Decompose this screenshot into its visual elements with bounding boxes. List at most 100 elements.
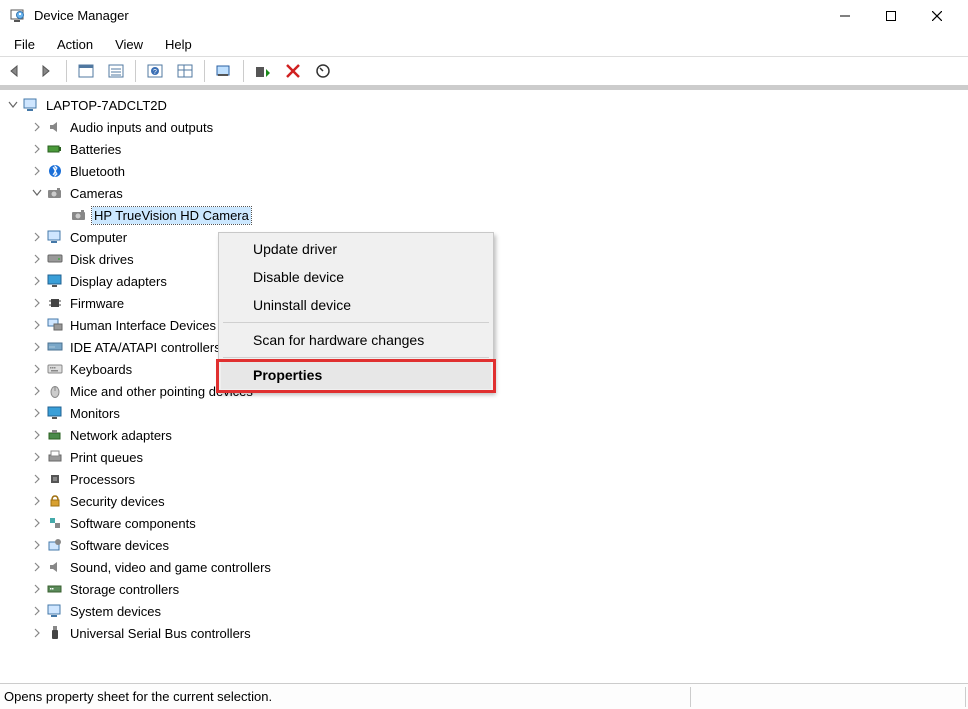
context-uninstall-device[interactable]: Uninstall device [221, 291, 491, 319]
statusbar-divider [690, 687, 691, 707]
context-update-driver[interactable]: Update driver [221, 235, 491, 263]
context-separator [223, 322, 489, 323]
chevron-right-icon[interactable] [30, 406, 44, 420]
statusbar: Opens property sheet for the current sel… [0, 683, 968, 709]
tree-root-label: LAPTOP-7ADCLT2D [44, 97, 169, 114]
display-icon [46, 273, 64, 289]
context-scan-hardware[interactable]: Scan for hardware changes [221, 326, 491, 354]
component-icon [46, 515, 64, 531]
chevron-right-icon[interactable] [30, 340, 44, 354]
chevron-right-icon[interactable] [30, 318, 44, 332]
device-manager-icon [8, 7, 26, 25]
lock-icon [46, 493, 64, 509]
tree-cameras[interactable]: Cameras [2, 182, 968, 204]
disk-icon [46, 251, 64, 267]
chevron-right-icon[interactable] [30, 142, 44, 156]
disable-toolbar-button[interactable] [310, 59, 336, 83]
tree-softcomp[interactable]: Software components [2, 512, 968, 534]
back-button[interactable] [4, 59, 30, 83]
speaker-icon [46, 559, 64, 575]
tree-bluetooth[interactable]: Bluetooth [2, 160, 968, 182]
context-menu: Update driver Disable device Uninstall d… [218, 232, 494, 392]
chevron-right-icon[interactable] [30, 450, 44, 464]
chevron-right-icon[interactable] [30, 252, 44, 266]
chevron-right-icon[interactable] [30, 384, 44, 398]
tree-security[interactable]: Security devices [2, 490, 968, 512]
chevron-right-icon[interactable] [30, 428, 44, 442]
menu-help[interactable]: Help [157, 35, 200, 54]
menu-file[interactable]: File [6, 35, 43, 54]
computer-icon [46, 229, 64, 245]
svg-text:?: ? [153, 69, 157, 76]
tree-system[interactable]: System devices [2, 600, 968, 622]
chip-icon [46, 295, 64, 311]
menubar: File Action View Help [0, 32, 968, 56]
hid-icon [46, 317, 64, 333]
forward-button[interactable] [34, 59, 60, 83]
status-text: Opens property sheet for the current sel… [4, 689, 272, 704]
tree-monitors[interactable]: Monitors [2, 402, 968, 424]
storage-controller-icon [46, 581, 64, 597]
chevron-right-icon[interactable] [30, 538, 44, 552]
menu-view[interactable]: View [107, 35, 151, 54]
chevron-right-icon[interactable] [30, 604, 44, 618]
menu-action[interactable]: Action [49, 35, 101, 54]
tree-printq[interactable]: Print queues [2, 446, 968, 468]
chevron-right-icon[interactable] [30, 120, 44, 134]
tree-batteries[interactable]: Batteries [2, 138, 968, 160]
tree-camera-device-selected[interactable]: HP TrueVision HD Camera [2, 204, 968, 226]
chevron-right-icon[interactable] [30, 296, 44, 310]
printer-icon [46, 449, 64, 465]
chevron-down-icon[interactable] [6, 98, 20, 112]
minimize-button[interactable] [822, 0, 868, 32]
details-view-button[interactable] [172, 59, 198, 83]
tree-sound[interactable]: Sound, video and game controllers [2, 556, 968, 578]
tree-root[interactable]: LAPTOP-7ADCLT2D [2, 94, 968, 116]
battery-icon [46, 141, 64, 157]
monitor-icon [46, 405, 64, 421]
chevron-right-icon[interactable] [30, 516, 44, 530]
tree-network[interactable]: Network adapters [2, 424, 968, 446]
chevron-down-icon[interactable] [30, 186, 44, 200]
context-disable-device[interactable]: Disable device [221, 263, 491, 291]
statusbar-divider [965, 687, 966, 707]
maximize-button[interactable] [868, 0, 914, 32]
chevron-right-icon[interactable] [30, 164, 44, 178]
camera-icon [46, 185, 64, 201]
tree-audio[interactable]: Audio inputs and outputs [2, 116, 968, 138]
cpu-icon [46, 471, 64, 487]
tree-storage[interactable]: Storage controllers [2, 578, 968, 600]
chevron-right-icon[interactable] [30, 582, 44, 596]
toolbar: ? [0, 56, 968, 86]
chevron-right-icon[interactable] [30, 362, 44, 376]
help-toolbar-button[interactable]: ? [142, 59, 168, 83]
uninstall-toolbar-button[interactable] [280, 59, 306, 83]
chevron-right-icon[interactable] [30, 230, 44, 244]
close-button[interactable] [914, 0, 960, 32]
tree-softdev[interactable]: Software devices [2, 534, 968, 556]
computer-icon [22, 97, 40, 113]
speaker-icon [46, 119, 64, 135]
network-icon [46, 427, 64, 443]
chevron-right-icon[interactable] [30, 494, 44, 508]
chevron-right-icon[interactable] [30, 274, 44, 288]
chevron-right-icon[interactable] [30, 472, 44, 486]
titlebar: Device Manager [0, 0, 968, 32]
mouse-icon [46, 383, 64, 399]
tree-usb[interactable]: Universal Serial Bus controllers [2, 622, 968, 644]
context-separator [223, 357, 489, 358]
tree-processors[interactable]: Processors [2, 468, 968, 490]
bluetooth-icon [46, 163, 64, 179]
chevron-right-icon[interactable] [30, 626, 44, 640]
ide-icon [46, 339, 64, 355]
window-title: Device Manager [34, 8, 129, 23]
system-icon [46, 603, 64, 619]
update-driver-toolbar-button[interactable] [250, 59, 276, 83]
properties-toolbar-button[interactable] [103, 59, 129, 83]
chevron-right-icon[interactable] [30, 560, 44, 574]
scan-hardware-toolbar-button[interactable] [211, 59, 237, 83]
software-icon [46, 537, 64, 553]
usb-icon [46, 625, 64, 641]
show-hide-tree-button[interactable] [73, 59, 99, 83]
context-properties[interactable]: Properties [221, 361, 491, 389]
